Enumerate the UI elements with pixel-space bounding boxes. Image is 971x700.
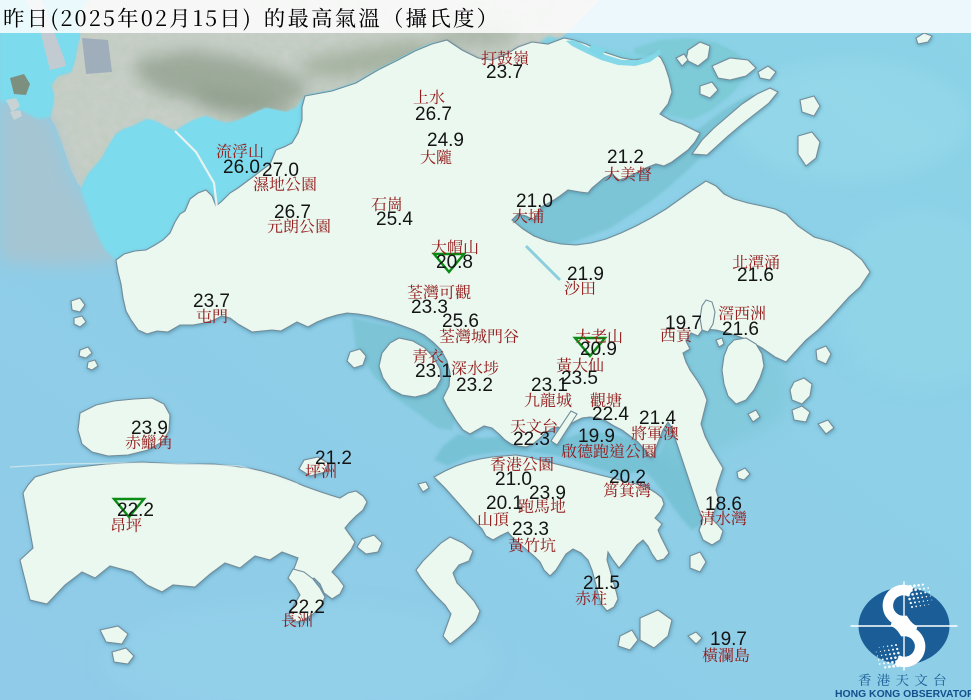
svg-text:20.2: 20.2 — [609, 467, 646, 488]
svg-text:22.4: 22.4 — [592, 404, 629, 425]
svg-text:26.0: 26.0 — [223, 157, 260, 178]
svg-text:19.9: 19.9 — [578, 426, 615, 447]
svg-text:20.9: 20.9 — [580, 339, 617, 360]
svg-text:23.2: 23.2 — [456, 375, 493, 396]
svg-text:22.2: 22.2 — [288, 597, 325, 618]
svg-text:23.7: 23.7 — [193, 291, 230, 312]
svg-text:24.9: 24.9 — [427, 130, 464, 151]
svg-text:26.7: 26.7 — [274, 202, 311, 223]
svg-text:20.1: 20.1 — [486, 493, 523, 514]
svg-text:19.7: 19.7 — [665, 313, 702, 334]
svg-text:HONG KONG OBSERVATORY: HONG KONG OBSERVATORY — [835, 689, 971, 700]
svg-text:21.2: 21.2 — [315, 448, 352, 469]
svg-text:21.9: 21.9 — [567, 264, 604, 285]
svg-text:21.2: 21.2 — [607, 147, 644, 168]
svg-text:26.7: 26.7 — [415, 104, 452, 125]
svg-text:20.8: 20.8 — [436, 252, 473, 273]
svg-text:18.6: 18.6 — [705, 494, 742, 515]
svg-text:21.4: 21.4 — [639, 408, 676, 429]
svg-text:22.2: 22.2 — [117, 500, 154, 521]
svg-text:27.0: 27.0 — [262, 160, 299, 181]
svg-text:21.6: 21.6 — [722, 319, 759, 340]
svg-text:22.3: 22.3 — [513, 429, 550, 450]
svg-text:23.7: 23.7 — [486, 62, 523, 83]
svg-text:21.0: 21.0 — [516, 191, 553, 212]
svg-text:23.9: 23.9 — [529, 483, 566, 504]
svg-text:21.0: 21.0 — [495, 469, 532, 490]
svg-text:23.1: 23.1 — [415, 361, 452, 382]
svg-text:23.9: 23.9 — [131, 418, 168, 439]
svg-text:25.4: 25.4 — [376, 209, 413, 230]
svg-text:23.3: 23.3 — [512, 519, 549, 540]
svg-text:25.6: 25.6 — [442, 311, 479, 332]
svg-text:19.7: 19.7 — [710, 629, 747, 650]
svg-text:23.1: 23.1 — [531, 375, 568, 396]
svg-text:21.5: 21.5 — [583, 573, 620, 594]
svg-text:21.6: 21.6 — [737, 265, 774, 286]
